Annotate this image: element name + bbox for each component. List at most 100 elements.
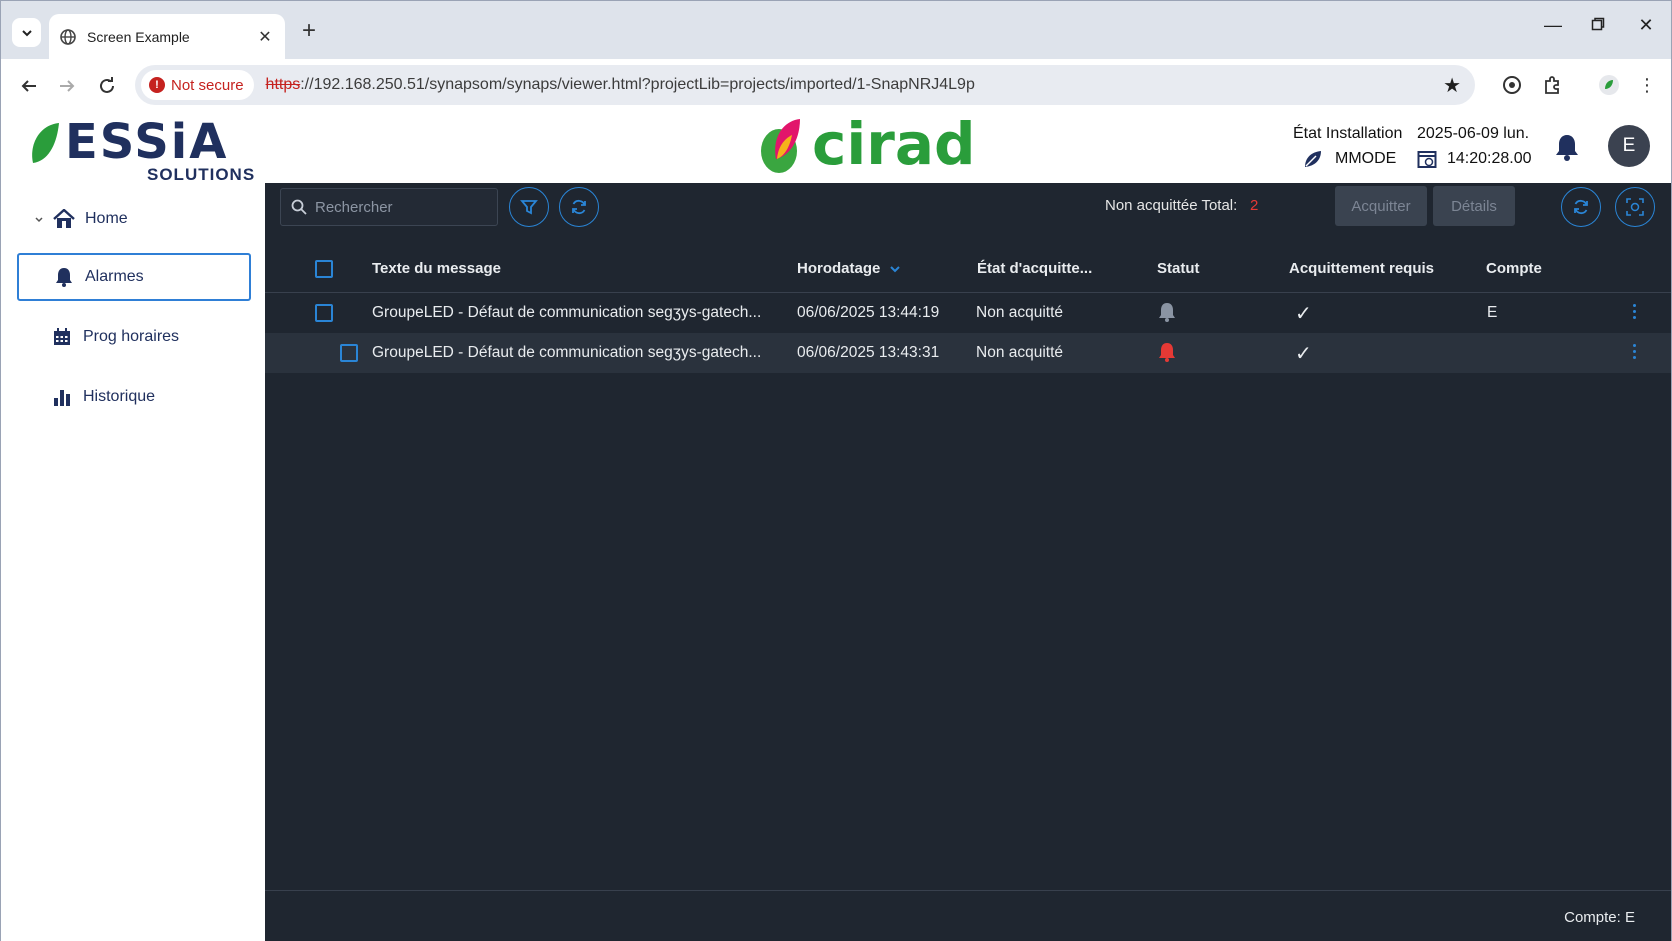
column-header-timestamp[interactable]: Horodatage xyxy=(797,260,902,277)
ack-required-cell: ✓ xyxy=(1295,343,1312,365)
sidebar: Home Alarmes Prog horaires Historique xyxy=(1,183,265,941)
tab-strip: Screen Example ✕ + — ✕ xyxy=(1,1,1671,59)
bar-chart-icon xyxy=(51,386,73,408)
column-header-account[interactable]: Compte xyxy=(1486,260,1542,277)
table-row[interactable]: GroupeLED - Défaut de communication segʒ… xyxy=(265,333,1671,373)
tab-title: Screen Example xyxy=(87,28,190,45)
column-header-status[interactable]: Statut xyxy=(1157,260,1200,277)
filter-button[interactable] xyxy=(509,187,549,227)
extensions-icon[interactable] xyxy=(1538,71,1566,99)
aperture-icon xyxy=(1503,76,1521,94)
ack-required-cell: ✓ xyxy=(1295,303,1312,325)
refresh-filter-button[interactable] xyxy=(559,187,599,227)
sidebar-item-label: Historique xyxy=(83,388,156,405)
extension-puzzle-left-icon[interactable] xyxy=(1498,71,1526,99)
sidebar-item-prog-horaires[interactable]: Prog horaires xyxy=(17,313,251,361)
refresh-button[interactable] xyxy=(1561,187,1601,227)
status-cell xyxy=(1158,302,1176,327)
mode-text: MMODE xyxy=(1335,150,1397,167)
bell-icon xyxy=(1556,135,1578,161)
user-avatar[interactable]: E xyxy=(1608,125,1650,167)
timestamp-cell: 06/06/2025 13:43:31 xyxy=(797,344,940,361)
details-button[interactable]: Détails xyxy=(1433,186,1515,226)
sidebar-item-home[interactable]: Home xyxy=(17,195,251,243)
account-footer-label: Compte: E xyxy=(1564,909,1635,926)
current-date: 2025-06-09 lun. xyxy=(1417,125,1530,142)
app-header: ESSiA SOLUTIONS cirad État Installation … xyxy=(1,110,1671,184)
new-tab-button[interactable]: + xyxy=(297,17,321,45)
forward-button[interactable] xyxy=(53,72,81,100)
notifications-button[interactable] xyxy=(1554,133,1580,166)
tab-close-icon[interactable]: ✕ xyxy=(255,27,275,47)
panel-footer: Compte: E xyxy=(265,890,1671,941)
back-button[interactable] xyxy=(15,72,43,100)
security-chip[interactable]: ! Not secure xyxy=(141,70,254,100)
restore-button[interactable] xyxy=(1583,15,1613,36)
row-checkbox[interactable] xyxy=(315,304,333,322)
refresh-icon xyxy=(1574,199,1588,215)
chevron-right-icon xyxy=(35,217,43,223)
timestamp-cell: 06/06/2025 13:44:19 xyxy=(797,304,940,321)
puzzle-icon xyxy=(1545,76,1559,94)
sidebar-item-historique[interactable]: Historique xyxy=(17,373,251,421)
reload-button[interactable] xyxy=(93,72,121,100)
install-state-label: État Installation xyxy=(1293,125,1403,142)
calendar-icon xyxy=(51,326,73,348)
chevron-down-icon xyxy=(21,29,32,36)
home-icon xyxy=(53,208,75,230)
calendar-clock-icon xyxy=(1417,151,1437,168)
sort-chevron-down-icon xyxy=(890,265,901,272)
url-text: https://192.168.250.51/synapsom/synaps/v… xyxy=(265,76,975,93)
globe-icon xyxy=(60,28,76,45)
app-root: ESSiA SOLUTIONS cirad État Installation … xyxy=(1,110,1671,941)
security-label: Not secure xyxy=(171,76,244,94)
address-bar[interactable]: ! Not secure https://192.168.250.51/syna… xyxy=(135,65,1475,105)
column-header-ack-required[interactable]: Acquittement requis xyxy=(1289,260,1434,277)
arrow-left-icon xyxy=(21,80,36,92)
browser-tab[interactable]: Screen Example ✕ xyxy=(49,14,285,59)
current-time: 14:20:28.00 xyxy=(1447,150,1532,167)
row-menu-icon[interactable] xyxy=(1633,304,1637,322)
unacknowledged-total-count: 2 xyxy=(1250,197,1259,214)
bell-icon xyxy=(53,266,75,288)
account-cell: E xyxy=(1487,304,1498,321)
leaf-icon xyxy=(1305,151,1321,167)
sidebar-item-alarmes[interactable]: Alarmes xyxy=(17,253,251,301)
row-checkbox[interactable] xyxy=(340,344,358,362)
table-row[interactable]: GroupeLED - Défaut de communication segʒ… xyxy=(265,293,1671,333)
tab-search-button[interactable] xyxy=(12,18,41,47)
fullscreen-button[interactable] xyxy=(1615,187,1655,227)
bell-active-icon xyxy=(1159,343,1175,362)
sidebar-item-label: Prog horaires xyxy=(83,328,180,345)
restore-icon xyxy=(1591,17,1605,31)
profile-extension-icon[interactable] xyxy=(1595,71,1623,99)
message-cell: GroupeLED - Défaut de communication segʒ… xyxy=(372,304,762,321)
search-icon xyxy=(291,199,307,215)
mode-indicator: MMODE xyxy=(1303,149,1396,169)
column-header-message[interactable]: Texte du message xyxy=(372,260,501,277)
leaf-badge-icon xyxy=(1599,75,1619,95)
row-menu-icon[interactable] xyxy=(1633,344,1637,362)
search-box[interactable] xyxy=(280,188,498,226)
column-header-ack-state[interactable]: État d'acquitte... xyxy=(977,260,1092,277)
select-all-checkbox[interactable] xyxy=(315,260,333,278)
status-cell xyxy=(1158,342,1176,367)
close-window-button[interactable]: ✕ xyxy=(1631,15,1661,36)
sidebar-item-label: Alarmes xyxy=(85,268,144,285)
browser-window: Screen Example ✕ + — ✕ ! Not secure http… xyxy=(0,0,1672,941)
ack-state-cell: Non acquitté xyxy=(976,344,1064,361)
arrow-right-icon xyxy=(60,80,75,92)
sidebar-item-label: Home xyxy=(85,210,128,227)
reload-icon xyxy=(100,77,114,93)
search-input[interactable] xyxy=(315,198,485,216)
essia-leaf-icon xyxy=(32,123,59,163)
warning-icon: ! xyxy=(149,77,165,93)
table-header: Texte du message Horodatage État d'acqui… xyxy=(265,245,1671,293)
acknowledge-button[interactable]: Acquitter xyxy=(1335,186,1427,226)
unacknowledged-total-label: Non acquittée Total: xyxy=(1105,197,1238,214)
bookmark-star-icon[interactable]: ★ xyxy=(1443,73,1461,98)
browser-menu-icon[interactable]: ⋮ xyxy=(1633,71,1661,99)
clock-indicator: 14:20:28.00 xyxy=(1417,149,1532,169)
minimize-button[interactable]: — xyxy=(1538,15,1568,36)
browser-toolbar: ! Not secure https://192.168.250.51/syna… xyxy=(1,59,1671,111)
